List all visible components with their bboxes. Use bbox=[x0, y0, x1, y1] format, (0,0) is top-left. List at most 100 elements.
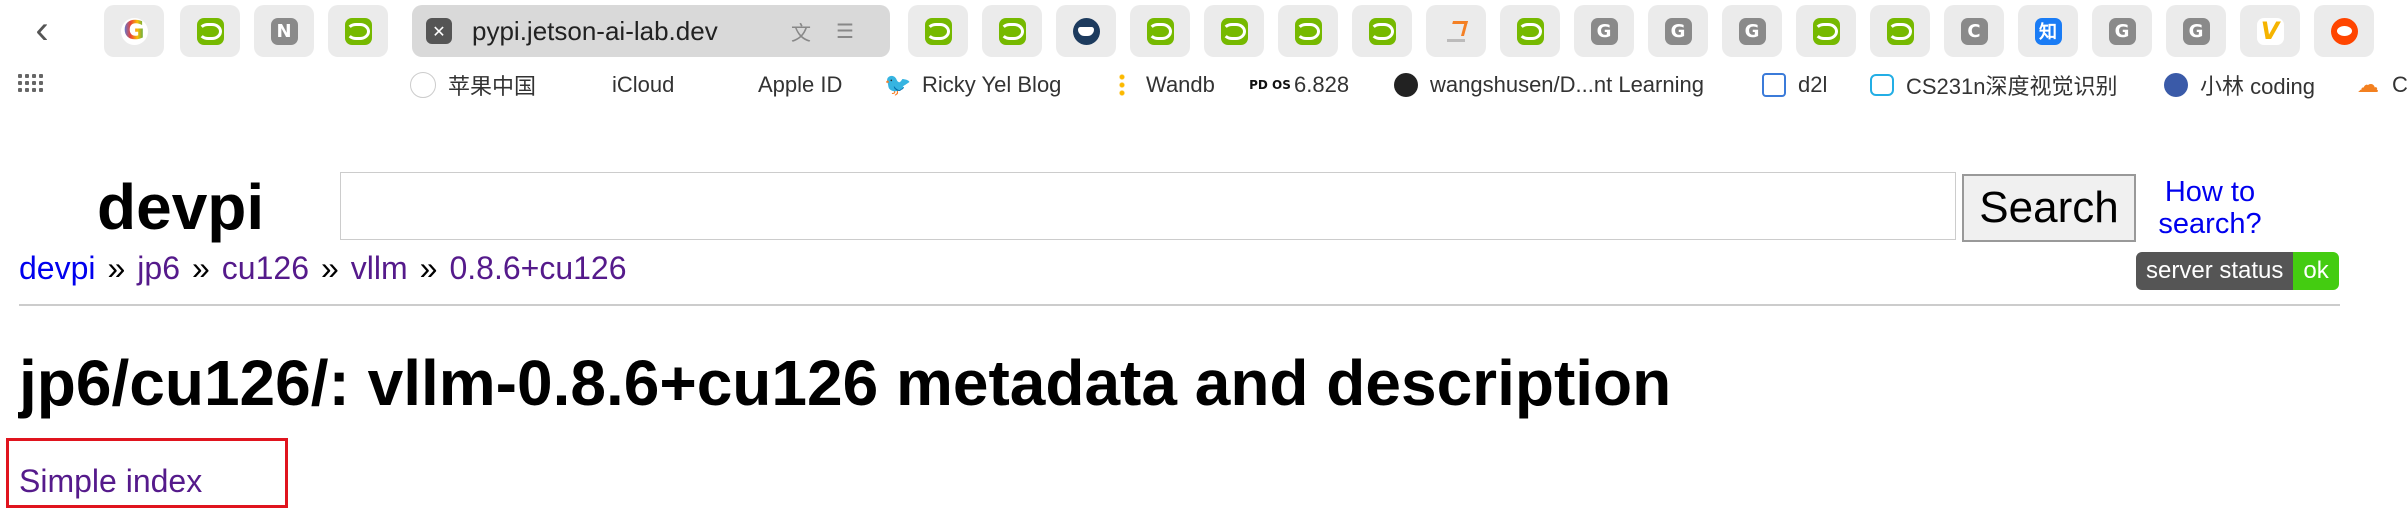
bookmark-label: wangshusen/D...nt Learning bbox=[1430, 72, 1704, 97]
tab[interactable] bbox=[1796, 5, 1856, 57]
nvidia-icon bbox=[998, 17, 1026, 45]
tab[interactable]: 知 bbox=[2018, 5, 2078, 57]
breadcrumb: devpi » jp6 » cu126 » vllm » 0.8.6+cu126 bbox=[19, 250, 627, 287]
tab[interactable]: V bbox=[2240, 5, 2300, 57]
c-letter-icon: C bbox=[1960, 17, 1988, 45]
tab[interactable]: G bbox=[2166, 5, 2226, 57]
nvidia-icon bbox=[344, 17, 372, 45]
tab[interactable]: G bbox=[104, 5, 164, 57]
g-letter-icon: G bbox=[1590, 17, 1618, 45]
tab[interactable] bbox=[328, 5, 388, 57]
bookmark-item[interactable]: iCloud bbox=[576, 70, 674, 100]
server-status-badge[interactable]: server status ok bbox=[2136, 252, 2339, 290]
tab-active[interactable]: ✕ pypi.jetson-ai-lab.dev ⽂ ☰ bbox=[412, 5, 890, 57]
zhihu-icon: 知 bbox=[2034, 17, 2062, 45]
breadcrumb-cu126[interactable]: cu126 bbox=[222, 250, 309, 286]
breadcrumb-version[interactable]: 0.8.6+cu126 bbox=[449, 250, 626, 286]
bookmark-label: Wandb bbox=[1146, 72, 1215, 97]
tab[interactable] bbox=[1278, 5, 1338, 57]
tab[interactable] bbox=[1130, 5, 1190, 57]
github-icon bbox=[1394, 73, 1418, 97]
tab[interactable] bbox=[908, 5, 968, 57]
bookmark-label: 苹果中国 bbox=[448, 74, 537, 99]
bookmark-label: 小林 coding bbox=[2200, 74, 2315, 99]
search-input[interactable] bbox=[340, 172, 1956, 240]
bookmark-item[interactable]: d2l bbox=[1762, 70, 1827, 100]
nvidia-icon bbox=[924, 17, 952, 45]
close-tab-icon[interactable]: ✕ bbox=[426, 18, 452, 44]
bookmark-label: C bbox=[2392, 72, 2408, 97]
tab[interactable]: G bbox=[1722, 5, 1782, 57]
bookmark-item[interactable]: 苹果中国 bbox=[410, 70, 536, 100]
tab[interactable] bbox=[2314, 5, 2374, 57]
bird-icon: 🐦 bbox=[884, 72, 912, 98]
translate-icon[interactable]: ⽂ bbox=[786, 18, 816, 45]
tab[interactable] bbox=[1426, 5, 1486, 57]
tab-strip: ‹ G N G G G C 知 G G V ✕ pypi.jetson-ai-lab.dev ⽂ … bbox=[0, 0, 2408, 62]
tab[interactable] bbox=[1870, 5, 1930, 57]
bookmark-item[interactable]: Apple ID bbox=[722, 70, 842, 100]
breadcrumb-sep: » bbox=[107, 250, 126, 286]
g-letter-icon: G bbox=[1664, 17, 1692, 45]
tab[interactable] bbox=[1352, 5, 1412, 57]
v-translate-icon: V bbox=[2256, 17, 2284, 45]
reddit-icon bbox=[2330, 17, 2358, 45]
docker-icon bbox=[1072, 17, 1100, 45]
bookmark-item[interactable]: PD OS 6.828 bbox=[1249, 70, 1350, 100]
how-to-search-link[interactable]: How to search? bbox=[2155, 176, 2265, 240]
tab[interactable]: G bbox=[2092, 5, 2152, 57]
nvidia-icon bbox=[196, 17, 224, 45]
breadcrumb-sep: » bbox=[419, 250, 438, 286]
tab[interactable] bbox=[180, 5, 240, 57]
nvidia-icon bbox=[1368, 17, 1396, 45]
tab[interactable] bbox=[1500, 5, 1560, 57]
bilibili-icon bbox=[1870, 74, 1894, 96]
bookmark-item[interactable]: ☁ C bbox=[2356, 70, 2408, 100]
devpi-logo: devpi bbox=[97, 171, 265, 243]
how-to-line2: search? bbox=[2158, 208, 2262, 240]
g-letter-icon: G bbox=[1738, 17, 1766, 45]
tab[interactable]: N bbox=[254, 5, 314, 57]
nvidia-icon bbox=[1516, 17, 1544, 45]
divider bbox=[19, 304, 2340, 306]
bookmark-item[interactable]: 🐦 Ricky Yel Blog bbox=[884, 70, 1061, 100]
breadcrumb-vllm[interactable]: vllm bbox=[351, 250, 408, 286]
nvidia-icon bbox=[1220, 17, 1248, 45]
stackoverflow-icon bbox=[1443, 18, 1470, 45]
page-title: jp6/cu126/: vllm-0.8.6+cu126 metadata an… bbox=[19, 347, 1672, 419]
bookmark-item[interactable]: wangshusen/D...nt Learning bbox=[1394, 70, 1704, 100]
d2l-icon bbox=[1762, 73, 1786, 97]
tab[interactable]: G bbox=[1574, 5, 1634, 57]
nvidia-icon bbox=[1146, 17, 1174, 45]
nvidia-icon bbox=[1294, 17, 1322, 45]
google-icon: G bbox=[120, 16, 148, 46]
reader-mode-icon[interactable]: ☰ bbox=[830, 18, 860, 44]
notion-icon: N bbox=[270, 17, 298, 45]
tab[interactable]: G bbox=[1648, 5, 1708, 57]
bookmark-label: CS231n深度视觉识别 bbox=[1906, 74, 2118, 99]
tab-active-title: pypi.jetson-ai-lab.dev bbox=[472, 15, 718, 46]
tab[interactable] bbox=[1204, 5, 1264, 57]
tab[interactable] bbox=[1056, 5, 1116, 57]
bookmarks-bar: 苹果中国 iCloud Apple ID 🐦 Ricky Yel Blog Wandb PD… bbox=[0, 62, 2408, 108]
breadcrumb-devpi[interactable]: devpi bbox=[19, 250, 96, 286]
breadcrumb-jp6[interactable]: jp6 bbox=[137, 250, 180, 286]
simple-index-link[interactable]: Simple index bbox=[19, 463, 202, 500]
server-status-state: ok bbox=[2293, 252, 2339, 290]
bookmark-label: Apple ID bbox=[758, 72, 843, 97]
bookmark-label: 6.828 bbox=[1294, 72, 1350, 97]
back-chevron-icon[interactable]: ‹ bbox=[22, 10, 62, 50]
bookmark-label: d2l bbox=[1798, 72, 1828, 97]
search-button[interactable]: Search bbox=[1962, 174, 2136, 242]
wandb-icon bbox=[1110, 73, 1134, 97]
xiaolin-icon bbox=[2164, 73, 2188, 97]
bookmark-item[interactable]: CS231n深度视觉识别 bbox=[1870, 70, 2118, 100]
bookmark-item[interactable]: 小林 coding bbox=[2164, 70, 2315, 100]
bookmark-label: iCloud bbox=[612, 72, 675, 97]
tab[interactable] bbox=[982, 5, 1042, 57]
tab[interactable]: C bbox=[1944, 5, 2004, 57]
server-status-label: server status bbox=[2136, 252, 2294, 290]
apps-grid-icon[interactable] bbox=[18, 74, 44, 96]
bookmark-item[interactable]: Wandb bbox=[1110, 70, 1215, 100]
apple-icon bbox=[722, 73, 746, 97]
